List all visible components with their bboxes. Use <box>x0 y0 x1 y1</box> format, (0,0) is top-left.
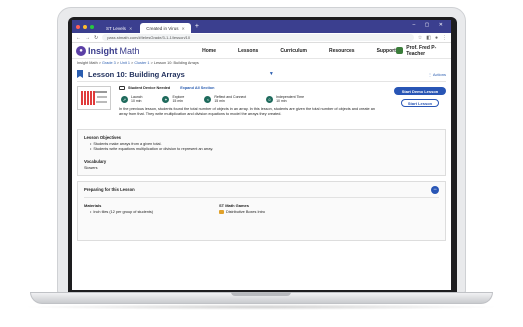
vocabulary-text: Slowers <box>84 165 98 170</box>
logo-bold-text: Insight <box>88 45 118 56</box>
laptop-shadow <box>22 304 501 310</box>
phase-launch: ➚ Launch 10 min <box>121 95 142 104</box>
person-icon: ☺ <box>266 95 274 103</box>
avatar <box>395 47 404 54</box>
phase-duration: 10 min <box>276 99 287 104</box>
actions-menu[interactable]: ⋮ Actions <box>428 72 446 77</box>
profile-icon[interactable]: ● <box>435 35 438 41</box>
logo-rest-text: Math <box>119 45 140 56</box>
breadcrumb-unit[interactable]: Unit 1 <box>120 61 130 65</box>
main-nav: Home Lessons Curriculum Resources Suppor… <box>202 48 396 54</box>
preparing-heading: Preparing for this Lesson <box>84 186 135 192</box>
address-bar[interactable]: pass.stmath.com/#/leIesGrade/3-1-1/lesso… <box>102 34 414 41</box>
maximize-dot-icon[interactable] <box>90 24 94 29</box>
device-needed-label: Student Device Needed <box>128 86 171 90</box>
vocabulary-heading: Vocabulary <box>84 158 107 164</box>
lesson-thumbnail[interactable] <box>77 86 111 110</box>
reload-icon[interactable]: ↻ <box>94 35 98 41</box>
nav-lessons[interactable]: Lessons <box>238 48 258 54</box>
list-item: Inch tiles (12 per group of students) <box>90 210 219 215</box>
start-demo-lesson-button[interactable]: Start Demo Lesson <box>394 87 446 95</box>
screen: ST Levels ✕ Created in Virus ✕ + – ▢ ✕ ←… <box>72 20 451 290</box>
close-dot-icon[interactable] <box>76 24 80 29</box>
close-icon[interactable]: ✕ <box>129 26 132 31</box>
breadcrumb-root[interactable]: Insight Math <box>77 61 98 65</box>
logo[interactable]: ● Insight Math <box>76 45 177 56</box>
nav-resources[interactable]: Resources <box>329 48 355 54</box>
nav-home[interactable]: Home <box>202 48 216 54</box>
expand-all-link[interactable]: Expand All Section <box>180 86 214 90</box>
browser-tab-1[interactable]: ST Levels ✕ <box>100 23 138 33</box>
lesson-description: In the previous lesson, students found t… <box>119 106 375 116</box>
url-text: pass.stmath.com/#/leIesGrade/3-1-1/lesso… <box>107 35 191 40</box>
nav-support[interactable]: Support <box>377 48 396 54</box>
materials-heading: Materials <box>84 202 102 208</box>
browser-tab-bar: ST Levels ✕ Created in Virus ✕ + – ▢ ✕ <box>72 20 451 33</box>
forward-icon[interactable]: → <box>85 35 90 41</box>
new-tab-icon[interactable]: + <box>195 23 199 30</box>
lesson-title-bar: Lesson 10: Building Arrays ▼ ⋮ Actions <box>72 67 451 81</box>
objectives-list: Students make arrays from a given total.… <box>84 142 439 153</box>
phase-duration: 15 min <box>214 99 225 104</box>
materials-column: Materials Inch tiles (12 per group of st… <box>84 203 219 215</box>
window-controls[interactable]: – ▢ ✕ <box>413 22 447 28</box>
objectives-card: Lesson Objectives Students make arrays f… <box>77 129 446 176</box>
tab-label: Created in Virus <box>146 25 179 31</box>
breadcrumb: Insight Math > Grade 3 > Unit 1 > Cluste… <box>72 59 451 67</box>
lesson-summary: Student Device Needed Expand All Section… <box>72 82 451 126</box>
minimize-dot-icon[interactable] <box>83 24 87 29</box>
list-item: Students write equations multiplication … <box>90 147 439 152</box>
phase-duration: 10 min <box>131 99 142 104</box>
menu-icon[interactable]: ⋮ <box>442 35 447 41</box>
browser-toolbar: ← → ↻ pass.stmath.com/#/leIesGrade/3-1-1… <box>72 33 451 43</box>
games-heading: ST Math Games <box>219 202 250 208</box>
thumbnail-line <box>97 96 107 98</box>
breadcrumb-cluster[interactable]: Cluster 1 <box>134 61 149 65</box>
phase-reflect: < Reflect and Connect 15 min <box>204 95 246 104</box>
logo-mark-icon: ● <box>76 45 86 56</box>
nav-curriculum[interactable]: Curriculum <box>280 48 307 54</box>
thumbnail-line <box>95 91 107 93</box>
laptop-mockup: ST Levels ✕ Created in Virus ✕ + – ▢ ✕ ←… <box>0 0 523 327</box>
bookmark-star-icon[interactable]: ☆ <box>418 35 422 41</box>
breadcrumb-current: Lesson 10: Building Arrays <box>153 61 199 65</box>
divider <box>84 196 439 198</box>
thumbnail-line <box>96 101 107 103</box>
user-name: Prof. Fred P-Teacher <box>406 44 437 57</box>
start-lesson-button[interactable]: Start Lesson <box>401 99 439 107</box>
device-needed: Student Device Needed <box>119 86 170 90</box>
thumbnail-array-graphic <box>81 91 95 105</box>
game-icon <box>219 209 224 214</box>
browser-tab-2[interactable]: Created in Virus ✕ <box>140 23 191 33</box>
lesson-title: Lesson 10: Building Arrays <box>88 69 185 79</box>
phase-duration: 15 min <box>172 99 183 104</box>
bookmark-icon[interactable] <box>77 70 83 78</box>
compass-icon: ✦ <box>162 95 170 103</box>
chevron-down-icon[interactable]: ▼ <box>269 71 274 77</box>
preparing-card: Preparing for this Lesson − Materials In… <box>77 180 446 241</box>
objectives-heading: Lesson Objectives <box>84 135 122 140</box>
preparing-columns: Materials Inch tiles (12 per group of st… <box>84 203 439 215</box>
laptop-notch <box>231 292 291 296</box>
extensions-icon[interactable]: ◧ <box>426 35 431 41</box>
collapse-icon[interactable]: − <box>431 185 439 194</box>
rocket-icon: ➚ <box>121 95 128 103</box>
app-header: ● Insight Math Home Lessons Curriculum Re… <box>72 43 451 59</box>
breadcrumb-grade[interactable]: Grade 3 <box>102 61 116 65</box>
close-icon[interactable]: ✕ <box>181 26 184 31</box>
laptop-icon <box>119 86 125 90</box>
materials-list: Inch tiles (12 per group of students) <box>84 210 219 215</box>
games-column: ST Math Games Distributive Boxes Intro <box>219 203 354 215</box>
game-label: Distributive Boxes Intro <box>226 209 266 214</box>
game-item[interactable]: Distributive Boxes Intro <box>219 209 354 214</box>
tab-label: ST Levels <box>106 25 126 31</box>
user-menu[interactable]: Prof. Fred P-Teacher <box>395 44 447 57</box>
phase-independent: ☺ Independent Time 10 min <box>266 95 304 104</box>
phase-explore: ✦ Explore 15 min <box>162 95 184 104</box>
window-dots <box>76 20 94 33</box>
back-icon[interactable]: ← <box>76 35 81 41</box>
lesson-buttons: Start Demo Lesson Start Lesson <box>394 87 446 107</box>
share-icon: < <box>204 95 212 103</box>
